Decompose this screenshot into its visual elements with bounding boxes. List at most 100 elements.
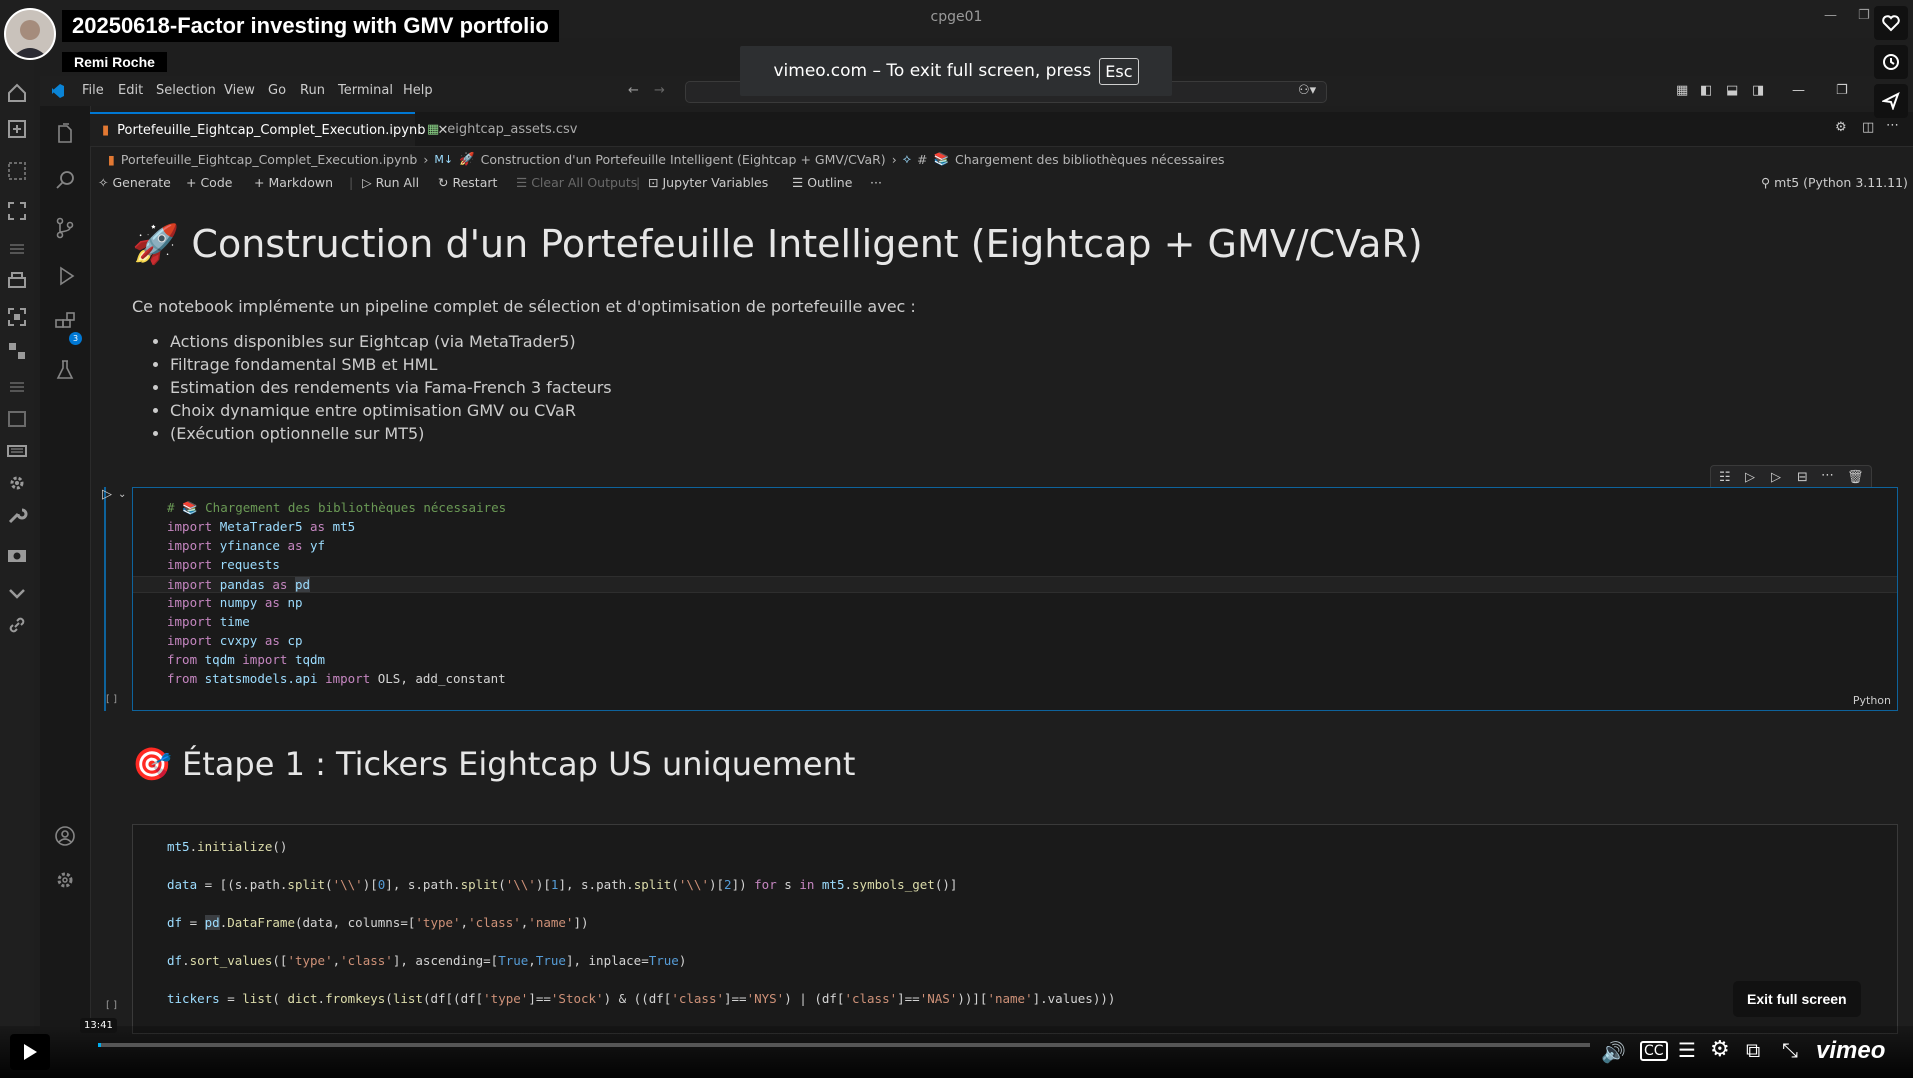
add-code-cell-button[interactable]: + Code bbox=[186, 175, 232, 190]
split-cell-icon[interactable]: ⊟ bbox=[1797, 470, 1808, 485]
split-editor-icon[interactable]: ◫ bbox=[1862, 120, 1874, 135]
minimize-icon[interactable]: — bbox=[1792, 83, 1805, 98]
expand-icon[interactable] bbox=[6, 340, 28, 362]
manage-gear-icon[interactable] bbox=[53, 868, 77, 892]
menu-file[interactable]: File bbox=[82, 83, 104, 98]
restore-icon[interactable]: ❐ bbox=[1858, 8, 1870, 23]
capture-icon[interactable] bbox=[6, 306, 28, 328]
chevron-down-icon[interactable]: ⌄ bbox=[118, 489, 126, 500]
camera-icon[interactable] bbox=[6, 544, 28, 566]
play-button[interactable] bbox=[10, 1034, 50, 1070]
code-line-current: import pandas as pd bbox=[133, 576, 1897, 593]
explorer-icon[interactable] bbox=[53, 122, 77, 146]
toggle-secondary-sidebar-icon[interactable]: ◨ bbox=[1752, 83, 1764, 98]
copilot-icon[interactable]: ⚇▾ bbox=[1298, 83, 1316, 98]
restart-button[interactable]: ↻ Restart bbox=[438, 175, 497, 190]
kernel-picker[interactable]: ⚲ mt5 (Python 3.11.11) bbox=[1761, 175, 1908, 190]
select-icon[interactable] bbox=[6, 160, 28, 182]
execute-below-icon[interactable]: ▷ bbox=[1771, 470, 1781, 485]
minimize-icon[interactable]: — bbox=[1824, 8, 1837, 23]
video-author[interactable]: Remi Roche bbox=[62, 52, 167, 72]
feature-list: Actions disponibles sur Eightcap (via Me… bbox=[152, 330, 612, 445]
captions-icon[interactable]: CC bbox=[1640, 1041, 1668, 1061]
fullscreen-notice: vimeo.com – To exit full screen, press E… bbox=[740, 46, 1172, 96]
link-icon[interactable] bbox=[6, 614, 28, 636]
wrench-icon[interactable] bbox=[6, 504, 28, 526]
breadcrumb-file[interactable]: Portefeuille_Eightcap_Complet_Execution.… bbox=[121, 152, 417, 167]
kernel-icon: ⚲ bbox=[1761, 175, 1771, 190]
breadcrumb-section[interactable]: Construction d'un Portefeuille Intellige… bbox=[481, 152, 886, 167]
like-heart-icon[interactable] bbox=[1874, 6, 1908, 40]
step-heading-text: Étape 1 : Tickers Eightcap US uniquement bbox=[182, 745, 856, 783]
menu-selection[interactable]: Selection bbox=[156, 83, 216, 98]
menu-lines-icon[interactable] bbox=[6, 376, 28, 398]
tab-notebook[interactable]: ▮ Portefeuille_Eightcap_Complet_Executio… bbox=[90, 112, 448, 146]
code-line: df = pd.DataFrame(data, columns=['type',… bbox=[167, 915, 589, 930]
search-icon[interactable] bbox=[53, 168, 77, 192]
extensions-icon[interactable] bbox=[53, 310, 77, 334]
exit-fullscreen-icon[interactable]: ⤡ bbox=[1782, 1038, 1798, 1062]
share-send-icon[interactable] bbox=[1874, 84, 1908, 118]
menu-go[interactable]: Go bbox=[268, 83, 286, 98]
add-markdown-cell-button[interactable]: + Markdown bbox=[254, 175, 333, 190]
restore-icon[interactable]: ❐ bbox=[1836, 83, 1848, 98]
video-title[interactable]: 20250618-Factor investing with GMV portf… bbox=[62, 10, 559, 42]
menu-lines-icon[interactable] bbox=[6, 238, 28, 260]
jupyter-variables-button[interactable]: ⊡ Jupyter Variables bbox=[648, 175, 768, 190]
code-comment: # 📚 Chargement des bibliothèques nécessa… bbox=[167, 500, 507, 515]
account-icon[interactable] bbox=[53, 824, 77, 848]
settings-icon[interactable]: ⚙ bbox=[1710, 1037, 1730, 1062]
clear-outputs-button[interactable]: ☰ Clear All Outputs bbox=[516, 175, 637, 190]
breadcrumb-cell[interactable]: Chargement des bibliothèques nécessaires bbox=[955, 152, 1225, 167]
menu-edit[interactable]: Edit bbox=[118, 83, 143, 98]
settings-gear-icon[interactable] bbox=[6, 472, 28, 494]
home-icon[interactable] bbox=[6, 82, 28, 104]
add-window-icon[interactable] bbox=[6, 118, 28, 140]
source-control-icon[interactable] bbox=[53, 216, 77, 240]
run-debug-icon[interactable] bbox=[53, 264, 77, 288]
generate-button[interactable]: ✧ Generate bbox=[98, 175, 171, 190]
fullscreen-frame-icon[interactable] bbox=[6, 200, 28, 222]
code-cell-imports[interactable]: # 📚 Chargement des bibliothèques nécessa… bbox=[132, 487, 1898, 711]
vscode-logo-icon bbox=[52, 84, 64, 98]
code-line: import yfinance as yf bbox=[167, 538, 326, 553]
delete-cell-icon[interactable]: 🗑 bbox=[1847, 470, 1864, 485]
list-item: Actions disponibles sur Eightcap (via Me… bbox=[170, 330, 612, 353]
toggle-panel-icon[interactable]: ⬓ bbox=[1726, 83, 1738, 98]
code-cell-tickers[interactable]: mt5.initialize() data = [(s.path.split('… bbox=[132, 824, 1898, 1034]
progress-track[interactable] bbox=[98, 1043, 1590, 1047]
toggle-sidebar-icon[interactable]: ◧ bbox=[1700, 83, 1712, 98]
chevron-down-icon[interactable] bbox=[6, 582, 28, 604]
fullscreen-notice-text: vimeo.com – To exit full screen, press bbox=[773, 61, 1092, 81]
picture-in-picture-icon[interactable]: ⧉ bbox=[1746, 1038, 1760, 1062]
execute-above-icon[interactable]: ▷ bbox=[1745, 470, 1755, 485]
forward-arrow-icon[interactable]: → bbox=[654, 83, 665, 98]
keyboard-icon[interactable] bbox=[6, 440, 28, 462]
outline-button[interactable]: ☰ Outline bbox=[792, 175, 852, 190]
more-actions-icon[interactable]: ⋯ bbox=[1886, 118, 1899, 133]
testing-flask-icon[interactable] bbox=[53, 358, 77, 382]
more-actions-icon[interactable]: ⋯ bbox=[1821, 468, 1834, 483]
menu-help[interactable]: Help bbox=[403, 83, 433, 98]
avatar[interactable] bbox=[4, 8, 56, 60]
volume-icon[interactable]: 🔊 bbox=[1601, 1040, 1626, 1064]
notebook-settings-icon[interactable]: ⚙ bbox=[1835, 120, 1847, 135]
run-by-line-icon[interactable]: ☷ bbox=[1719, 470, 1731, 485]
printer-icon[interactable] bbox=[6, 270, 28, 292]
run-all-button[interactable]: ▷ Run All bbox=[362, 175, 419, 190]
cell-language-label[interactable]: Python bbox=[1853, 694, 1891, 707]
layout-customize-icon[interactable]: ▦ bbox=[1676, 83, 1688, 98]
watch-later-clock-icon[interactable] bbox=[1874, 45, 1908, 79]
menu-view[interactable]: View bbox=[224, 83, 255, 98]
menu-run[interactable]: Run bbox=[300, 83, 325, 98]
vimeo-logo[interactable]: vimeo bbox=[1816, 1037, 1885, 1065]
window-icon[interactable] bbox=[6, 408, 28, 430]
transcript-icon[interactable]: ☰ bbox=[1678, 1038, 1696, 1062]
menu-terminal[interactable]: Terminal bbox=[338, 83, 393, 98]
tab-label: Portefeuille_Eightcap_Complet_Execution.… bbox=[117, 122, 426, 138]
tab-csv[interactable]: ▦ eightcap_assets.csv bbox=[415, 112, 578, 146]
toolbar-more-button[interactable]: ··· bbox=[870, 175, 882, 190]
run-cell-button[interactable]: ▷ bbox=[102, 487, 112, 502]
code-line: import time bbox=[167, 614, 250, 629]
back-arrow-icon[interactable]: ← bbox=[628, 83, 639, 98]
